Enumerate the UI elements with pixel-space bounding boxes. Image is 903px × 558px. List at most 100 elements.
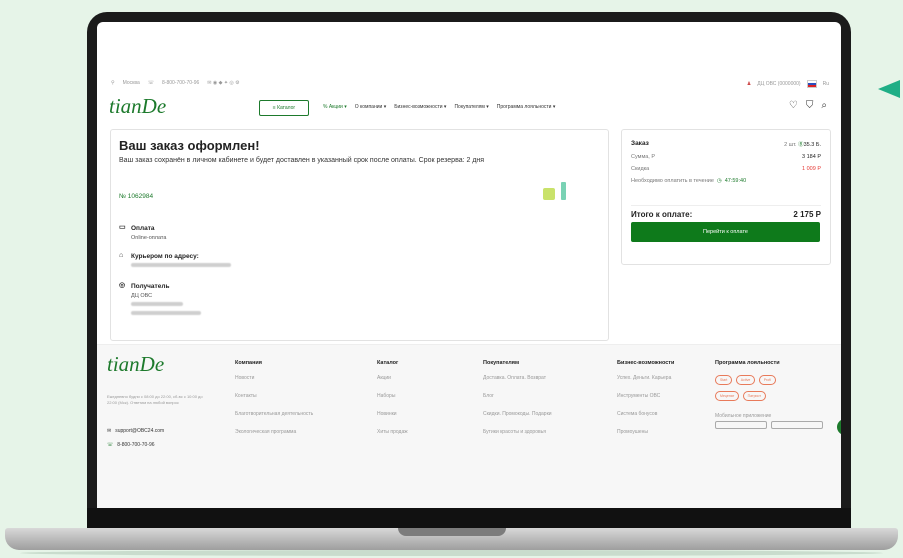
recipient-section: ◎ Получатель ДЦ ОВС bbox=[119, 282, 201, 317]
discount-value: 1 009 Р bbox=[802, 166, 821, 172]
go-to-payment-button[interactable]: Перейти к оплате bbox=[631, 222, 820, 242]
summary-title: Заказ bbox=[631, 140, 649, 147]
account-link[interactable]: ДЦ ОВС (0000000) bbox=[757, 81, 800, 87]
footer-col-loyalty: Программа лояльности Start Active Profi … bbox=[715, 360, 835, 429]
order-summary-card: Заказ 2 шт. Ⓑ35.3 Б. Сумма, Р 3 184 Р Ск… bbox=[621, 129, 831, 265]
user-icon: ♟ bbox=[746, 81, 752, 87]
total-label: Итого к оплате: bbox=[631, 210, 693, 219]
nav-item-loyalty[interactable]: Программа лояльности ▾ bbox=[497, 104, 556, 110]
footer-email[interactable]: ✉ support@OBC24.com bbox=[107, 428, 164, 434]
google-play-button[interactable] bbox=[771, 421, 823, 429]
product-thumbnail bbox=[561, 182, 566, 200]
recipient-label: Получатель bbox=[131, 282, 170, 290]
home-icon: ⌂ bbox=[119, 252, 124, 259]
order-title: Ваш заказ оформлен! bbox=[119, 138, 260, 153]
footer-link[interactable]: Благотворительная деятельность bbox=[235, 411, 313, 417]
footer-link[interactable]: Промоушены bbox=[617, 429, 674, 435]
phone-icon: ☏ bbox=[147, 80, 155, 86]
footer-link[interactable]: Новинки bbox=[377, 411, 408, 417]
payment-section: ▭ Оплата Online-оплата bbox=[119, 224, 166, 241]
footer-link[interactable]: Доставка. Оплата. Возврат bbox=[483, 375, 552, 381]
total-value: 2 175 Р bbox=[793, 210, 821, 219]
city-selector[interactable]: Москва bbox=[123, 80, 140, 86]
timer-label: Необходимо оплатить в течение bbox=[631, 178, 714, 184]
summary-points: 35.3 Б. bbox=[803, 142, 821, 148]
catalog-button[interactable]: ≡ Каталог bbox=[259, 100, 309, 116]
nav-item-promo[interactable]: % Акции ▾ bbox=[323, 104, 347, 110]
loyalty-pill[interactable]: Патриот bbox=[742, 391, 766, 401]
app-store-button[interactable] bbox=[715, 421, 767, 429]
app-store-buttons bbox=[715, 421, 835, 429]
site-logo[interactable]: tianDe bbox=[109, 94, 166, 119]
location-pin-icon: ⚲ bbox=[111, 80, 115, 86]
sum-label: Сумма, Р bbox=[631, 154, 656, 160]
payment-label: Оплата bbox=[131, 224, 155, 232]
footer-link[interactable]: Скидки. Промокоды. Подарки bbox=[483, 411, 552, 417]
header-icons: ♡ ⛉ ⌕ bbox=[789, 100, 827, 111]
loyalty-pill[interactable]: Start bbox=[715, 375, 733, 385]
loyalty-pill[interactable]: Profi bbox=[758, 375, 776, 385]
footer-link[interactable]: Экологическая программа bbox=[235, 429, 313, 435]
footer-link[interactable]: Блог bbox=[483, 393, 552, 399]
catalog-label: Каталог bbox=[277, 105, 296, 111]
payment-value: Online-оплата bbox=[131, 235, 167, 241]
footer-col-title: Каталог bbox=[377, 360, 399, 366]
footer-phone[interactable]: ☏ 8-800-700-70-96 bbox=[107, 442, 155, 448]
footer-col-title: Компания bbox=[235, 360, 263, 366]
laptop-base-notch bbox=[398, 528, 506, 536]
top-bar: ⚲ Москва ☏ 8-800-700-70-96 ✉ ◉ ◆ ✦ ◎ ⚙ ♟… bbox=[111, 78, 829, 90]
footer-link[interactable]: Новости bbox=[235, 375, 313, 381]
recipient-value: ДЦ ОВС bbox=[131, 293, 153, 299]
social-icons[interactable]: ✉ ◉ ◆ ✦ ◎ ⚙ bbox=[207, 80, 239, 86]
laptop-shadow bbox=[20, 550, 883, 556]
order-products bbox=[543, 182, 566, 200]
footer-hours: Ежедневно будни с 08:00 до 22:00, сб-вс … bbox=[107, 394, 203, 405]
footer-col-title: Бизнес-возможности bbox=[617, 360, 675, 366]
delivery-label: Курьером по адресу: bbox=[131, 252, 199, 260]
menu-icon: ≡ bbox=[272, 105, 276, 111]
footer-col-business: Бизнес-возможности Успех. Деньги. Карьер… bbox=[617, 360, 674, 447]
footer-link[interactable]: Успех. Деньги. Карьера bbox=[617, 375, 674, 381]
footer-link[interactable]: Акции bbox=[377, 375, 408, 381]
nav-item-customers[interactable]: Покупателям ▾ bbox=[454, 104, 488, 110]
russia-flag-icon bbox=[806, 80, 817, 88]
footer-col-title: Программа лояльности bbox=[715, 360, 780, 366]
order-subtitle: Ваш заказ сохранён в личном кабинете и б… bbox=[119, 157, 485, 164]
main-nav: % Акции ▾ О компании ▾ Бизнес-возможност… bbox=[323, 104, 555, 110]
summary-qty: 2 шт. bbox=[784, 142, 797, 148]
nav-item-company[interactable]: О компании ▾ bbox=[355, 104, 386, 110]
delivery-address-redacted bbox=[131, 263, 231, 267]
footer-link[interactable]: Бутики красоты и здоровья bbox=[483, 429, 552, 435]
order-confirmation-card: Ваш заказ оформлен! Ваш заказ сохранён в… bbox=[110, 129, 609, 341]
bag-icon[interactable]: ⛉ bbox=[806, 100, 814, 111]
heart-icon[interactable]: ♡ bbox=[789, 100, 798, 111]
delivery-section: ⌂ Курьером по адресу: bbox=[119, 252, 231, 269]
discount-label: Скидка bbox=[631, 166, 650, 172]
loyalty-pill[interactable]: Меценат bbox=[715, 391, 740, 401]
footer-link[interactable]: Система бонусов bbox=[617, 411, 674, 417]
user-icon: ◎ bbox=[119, 282, 126, 289]
footer-col-company: Компания Новости Контакты Благотворитель… bbox=[235, 360, 313, 447]
recipient-phone-redacted bbox=[131, 302, 183, 306]
footer-link[interactable]: Контакты bbox=[235, 393, 313, 399]
footer-link[interactable]: Наборы bbox=[377, 393, 408, 399]
order-number: № 1062984 bbox=[119, 193, 154, 200]
phone-icon: ☏ bbox=[107, 442, 114, 448]
recipient-email-redacted bbox=[131, 311, 201, 315]
footer-col-customers: Покупателям Доставка. Оплата. Возврат Бл… bbox=[483, 360, 552, 447]
mail-icon: ✉ bbox=[107, 428, 112, 434]
footer-col-title: Покупателям bbox=[483, 360, 520, 366]
phone-link[interactable]: 8-800-700-70-96 bbox=[162, 80, 199, 86]
card-icon: ▭ bbox=[119, 224, 126, 231]
footer-logo[interactable]: tianDe bbox=[107, 352, 164, 377]
footer-col-catalog: Каталог Акции Наборы Новинки Хиты продаж bbox=[377, 360, 408, 447]
nav-item-business[interactable]: Бизнес-возможности ▾ bbox=[394, 104, 446, 110]
laptop-screen: ⚲ Москва ☏ 8-800-700-70-96 ✉ ◉ ◆ ✦ ◎ ⚙ ♟… bbox=[97, 22, 841, 508]
product-thumbnail bbox=[543, 188, 555, 200]
loyalty-pill[interactable]: Active bbox=[735, 375, 756, 385]
footer-link[interactable]: Хиты продаж bbox=[377, 429, 408, 435]
search-icon[interactable]: ⌕ bbox=[821, 100, 827, 111]
mobile-app-label: Мобильное приложение bbox=[715, 413, 772, 419]
language-selector[interactable]: Ru bbox=[823, 81, 829, 87]
footer-link[interactable]: Инструменты ОВС bbox=[617, 393, 674, 399]
